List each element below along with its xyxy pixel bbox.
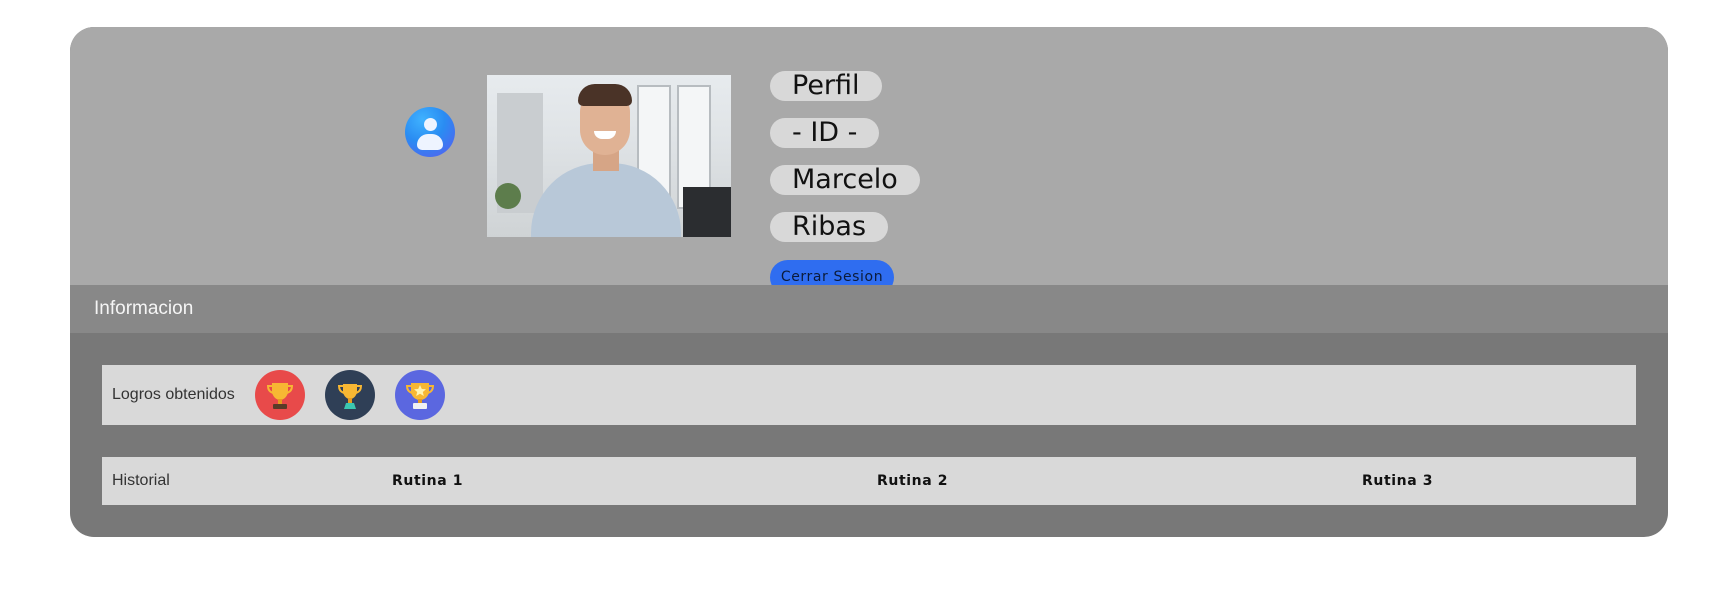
routine-link[interactable]: Rutina 1: [392, 457, 463, 505]
trophy-icon-graphic: [266, 383, 294, 409]
profile-title: Perfil: [770, 71, 882, 101]
routine-link[interactable]: Rutina 2: [877, 457, 948, 505]
profile-id: - ID -: [770, 118, 880, 148]
info-section-title: Informacion: [94, 298, 194, 319]
profile-header: Perfil - ID - Marcelo Ribas: [70, 27, 1668, 285]
star-trophy-icon[interactable]: [395, 370, 445, 420]
routine-link[interactable]: Rutina 3: [1362, 457, 1433, 505]
profile-photo: [487, 75, 731, 237]
profile-card: Perfil - ID - Marcelo Ribas Cerrar Sesio…: [70, 27, 1668, 537]
trophy-icon[interactable]: [325, 370, 375, 420]
history-label: Historial: [112, 472, 170, 489]
trophy-icon-graphic: [337, 384, 363, 409]
profile-last-name: Ribas: [770, 212, 889, 242]
trophy-icon[interactable]: [255, 370, 305, 420]
user-circle-icon[interactable]: [405, 107, 455, 157]
photo-person-hair: [578, 84, 632, 106]
photo-desk: [683, 187, 731, 237]
achievements-label: Logros obtenidos: [112, 386, 235, 403]
info-section-bar: Informacion: [70, 285, 1668, 333]
user-body-shape: [417, 134, 443, 150]
history-row: Historial Rutina 1 Rutina 2 Rutina 3: [102, 457, 1636, 505]
star-trophy-icon-graphic: [405, 383, 435, 409]
photo-plant: [495, 183, 521, 209]
user-head-shape: [424, 118, 437, 131]
achievements-row: Logros obtenidos: [102, 365, 1636, 425]
profile-first-name: Marcelo: [770, 165, 920, 195]
